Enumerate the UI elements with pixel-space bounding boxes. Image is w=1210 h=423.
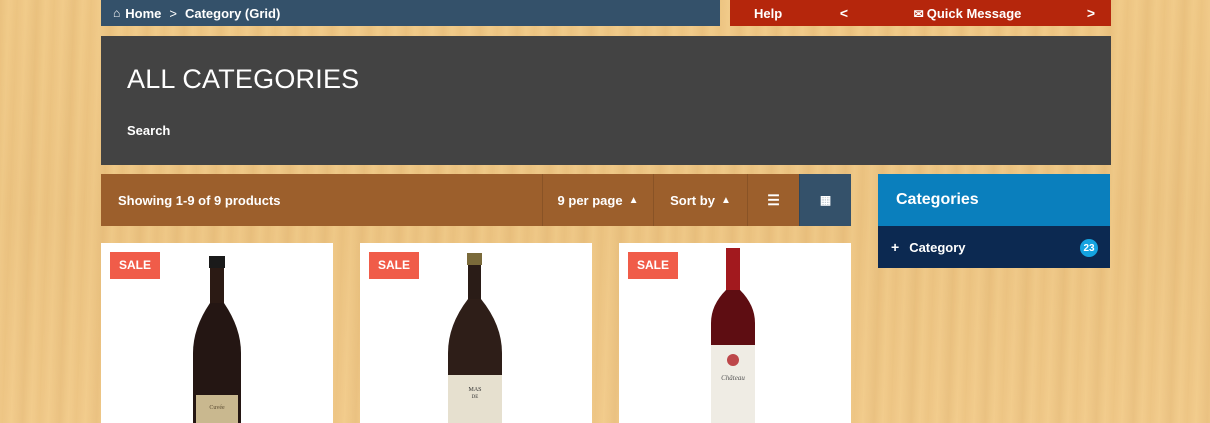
quick-message-button[interactable]: ✉ Quick Message bbox=[864, 6, 1071, 21]
product-card[interactable]: MAS DE SALE bbox=[360, 243, 592, 423]
list-icon: ☰ bbox=[767, 191, 780, 208]
sort-by-select[interactable]: Sort by ▲︎ bbox=[653, 174, 747, 226]
sale-badge: SALE bbox=[628, 252, 679, 279]
breadcrumb-separator: > bbox=[169, 5, 177, 21]
listing-toolbar: Showing 1-9 of 9 products 9 per page ▲︎ … bbox=[101, 174, 851, 226]
search-link[interactable]: Search bbox=[127, 123, 170, 138]
grid-view-button[interactable]: ▦ bbox=[799, 174, 851, 226]
sort-by-label: Sort by bbox=[670, 192, 715, 208]
envelope-icon: ✉ bbox=[913, 6, 924, 21]
next-button[interactable]: > bbox=[1071, 5, 1111, 21]
list-view-button[interactable]: ☰ bbox=[747, 174, 799, 226]
sort-caret-icon: ▲︎ bbox=[628, 194, 639, 206]
page-title: ALL CATEGORIES bbox=[127, 64, 360, 94]
home-icon[interactable]: ⌂ bbox=[113, 6, 120, 20]
result-count: Showing 1-9 of 9 products bbox=[118, 192, 281, 208]
quick-message-label: Quick Message bbox=[926, 5, 1022, 21]
help-bar: Help < ✉ Quick Message > bbox=[730, 0, 1111, 26]
sale-badge: SALE bbox=[110, 252, 161, 279]
sort-caret-icon: ▲︎ bbox=[720, 194, 731, 206]
help-link[interactable]: Help bbox=[754, 6, 824, 21]
category-count-badge: 23 bbox=[1080, 239, 1098, 257]
category-label: Category bbox=[909, 239, 966, 255]
breadcrumb: ⌂ Home > Category (Grid) bbox=[101, 0, 720, 26]
product-card[interactable]: Château SALE bbox=[619, 243, 851, 423]
categories-title: Categories bbox=[878, 174, 1110, 226]
product-card[interactable]: Cuvée SALE bbox=[101, 243, 333, 423]
per-page-label: 9 per page bbox=[557, 192, 623, 208]
per-page-select[interactable]: 9 per page ▲︎ bbox=[542, 174, 653, 226]
sale-badge: SALE bbox=[369, 252, 420, 279]
plus-icon[interactable]: + bbox=[891, 239, 899, 255]
categories-panel: Categories + Category 23 bbox=[878, 174, 1110, 268]
svg-text:DE: DE bbox=[472, 395, 479, 400]
prev-button[interactable]: < bbox=[824, 5, 864, 21]
category-header: ALL CATEGORIES Search bbox=[101, 36, 1111, 165]
svg-text:Château: Château bbox=[721, 374, 745, 382]
grid-icon: ▦ bbox=[819, 193, 832, 207]
breadcrumb-home[interactable]: Home bbox=[125, 6, 161, 21]
svg-text:MAS: MAS bbox=[468, 387, 481, 393]
category-item[interactable]: + Category 23 bbox=[878, 226, 1110, 268]
breadcrumb-current: Category (Grid) bbox=[184, 5, 281, 21]
svg-text:Cuvée: Cuvée bbox=[209, 405, 225, 411]
